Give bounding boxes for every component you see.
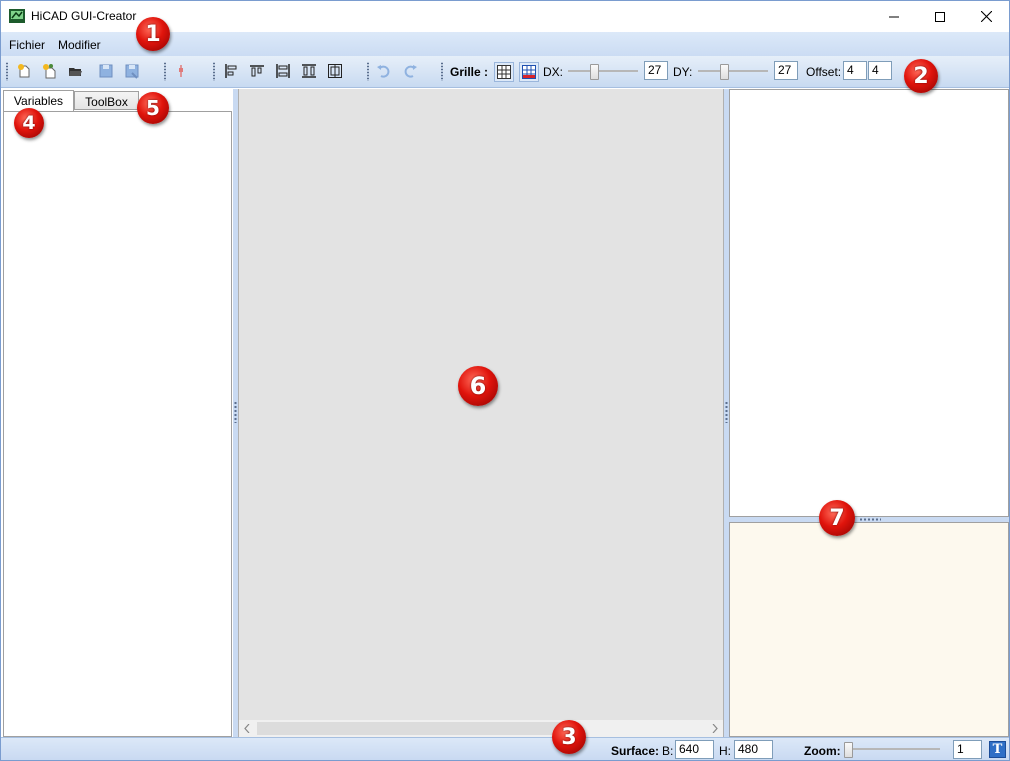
close-button[interactable] [963, 1, 1009, 32]
surface-width-field[interactable]: 640 [675, 740, 714, 759]
toolbar: Grille : DX: 27 DY: 27 Offset: 4 4 [1, 56, 1009, 88]
menu-item-fichier[interactable]: Fichier [9, 38, 45, 52]
pin-icon [179, 65, 183, 77]
grid-label: Grille : [450, 65, 489, 79]
save-as-icon [125, 64, 139, 79]
new-wizard-button[interactable] [40, 62, 58, 80]
align-left-icon [225, 64, 237, 78]
toolbar-grip[interactable] [6, 62, 8, 81]
splitter-grip[interactable] [234, 401, 237, 423]
offset-label: Offset: [806, 65, 842, 79]
save-icon [99, 64, 113, 78]
offset-y-field[interactable]: 4 [868, 61, 892, 80]
center-button[interactable] [326, 62, 344, 80]
toolbar-grip[interactable] [213, 62, 215, 81]
tab-variables[interactable]: Variables [3, 90, 74, 112]
text-mode-button[interactable]: T [989, 741, 1006, 758]
save-as-button[interactable] [123, 62, 141, 80]
align-top-icon [250, 65, 264, 77]
surface-h-label: H: [719, 744, 731, 758]
tab-toolbox[interactable]: ToolBox [74, 91, 139, 110]
save-button[interactable] [97, 62, 115, 80]
distribute-horizontal-button[interactable] [300, 62, 318, 80]
window-title: HiCAD GUI-Creator [31, 9, 137, 23]
callout-badge: 4 [14, 108, 44, 138]
redo-icon [404, 65, 417, 78]
dy-slider[interactable] [698, 64, 768, 80]
align-top-button[interactable] [248, 62, 266, 80]
properties-panel [729, 89, 1009, 517]
dy-label: DY: [673, 65, 693, 79]
canvas-horizontal-scrollbar[interactable] [239, 720, 723, 737]
app-logo-icon [9, 9, 25, 23]
splitter-grip[interactable] [725, 401, 728, 423]
new-button[interactable] [15, 62, 33, 80]
distribute-horizontal-icon [302, 64, 316, 78]
undo-icon [377, 65, 390, 78]
callout-badge: 7 [819, 500, 855, 536]
dy-slider-thumb[interactable] [720, 64, 729, 80]
toolbar-grip[interactable] [367, 62, 369, 81]
zoom-slider-thumb[interactable] [844, 742, 853, 758]
center-icon [328, 64, 342, 78]
toolbar-grip[interactable] [441, 62, 443, 81]
new-icon [18, 64, 30, 78]
dx-field[interactable]: 27 [644, 61, 668, 80]
open-icon [69, 68, 82, 76]
dx-slider[interactable] [568, 64, 638, 80]
dx-slider-thumb[interactable] [590, 64, 599, 80]
dy-field[interactable]: 27 [774, 61, 798, 80]
maximize-icon [935, 11, 945, 22]
distribute-vertical-icon [276, 64, 290, 78]
menu-item-modifier[interactable]: Modifier [58, 38, 101, 52]
surface-label: Surface: [611, 744, 660, 758]
callout-badge: 2 [904, 59, 938, 93]
offset-x-field[interactable]: 4 [843, 61, 867, 80]
callout-badge: 1 [136, 17, 170, 51]
undo-button[interactable] [375, 62, 393, 80]
close-icon [980, 11, 992, 22]
toolbar-grip[interactable] [164, 62, 166, 81]
zoom-field[interactable]: 1 [953, 740, 982, 759]
callout-badge: 6 [458, 366, 498, 406]
dx-label: DX: [543, 65, 564, 79]
scroll-left-icon[interactable] [243, 724, 251, 733]
align-left-button[interactable] [222, 62, 240, 80]
pin-button[interactable] [172, 62, 190, 80]
new-wizard-icon [43, 64, 56, 79]
surface-b-label: B: [662, 744, 674, 758]
scrollbar-thumb[interactable] [257, 722, 569, 735]
distribute-vertical-button[interactable] [274, 62, 292, 80]
design-canvas[interactable] [238, 89, 724, 737]
left-panel: Variables ToolBox [1, 89, 233, 737]
surface-height-field[interactable]: 480 [734, 740, 773, 759]
callout-badge: 3 [552, 720, 586, 754]
zoom-slider[interactable] [844, 742, 940, 758]
minimize-button[interactable] [871, 1, 917, 32]
scroll-right-icon[interactable] [711, 724, 719, 733]
description-panel [729, 522, 1009, 737]
variables-panel [3, 111, 232, 737]
minimize-icon [889, 16, 899, 17]
app-window: HiCAD GUI-Creator Fichier Modifier Grill… [0, 0, 1010, 761]
maximize-button[interactable] [917, 1, 963, 32]
status-bar: Surface: B: 640 H: 480 Zoom: 1 T [1, 737, 1009, 760]
grid-icon [497, 65, 511, 79]
snap-grid-button[interactable] [519, 62, 539, 82]
splitter-grip[interactable] [859, 518, 881, 521]
grid-toggle-button[interactable] [494, 62, 514, 82]
zoom-label: Zoom: [804, 744, 841, 758]
snap-grid-icon [522, 65, 536, 79]
callout-badge: 5 [137, 92, 169, 124]
open-button[interactable] [66, 62, 84, 80]
redo-button[interactable] [401, 62, 419, 80]
